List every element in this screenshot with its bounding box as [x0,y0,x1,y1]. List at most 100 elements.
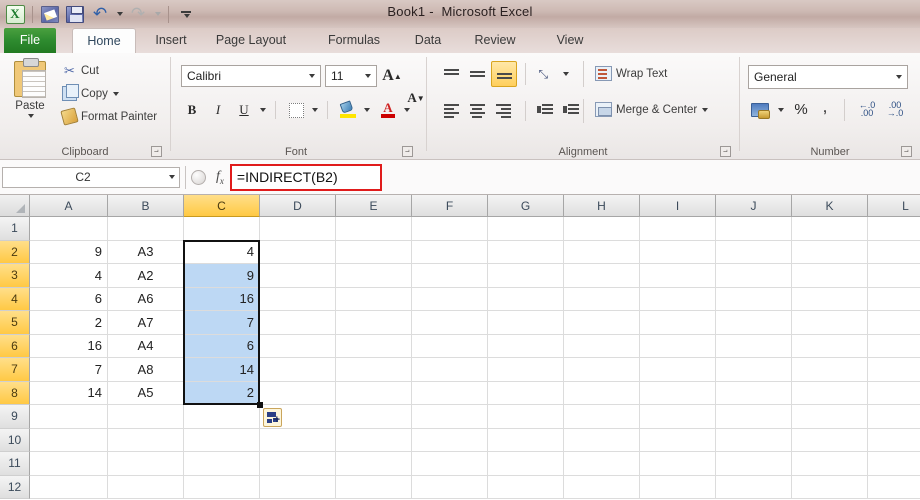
cell-D11[interactable] [260,452,336,476]
underline-dropdown-icon[interactable] [255,99,269,121]
underline-button[interactable]: U [233,99,255,121]
format-painter-button[interactable]: Format Painter [60,107,157,126]
cell-I6[interactable] [640,334,716,358]
cell-I2[interactable] [640,240,716,264]
cell-B10[interactable] [108,428,184,452]
align-top-button[interactable] [439,63,463,85]
column-header-A[interactable]: A [30,195,108,217]
cell-I11[interactable] [640,452,716,476]
cell-E2[interactable] [336,240,412,264]
fill-color-dropdown-icon[interactable] [359,99,373,121]
cell-E12[interactable] [336,475,412,499]
name-box-dropdown-icon[interactable] [163,175,179,179]
fill-color-button[interactable] [337,99,359,121]
cell-C11[interactable] [184,452,260,476]
align-bottom-button[interactable] [491,61,517,87]
cell-J5[interactable] [716,311,792,335]
comma-style-button[interactable]: , [814,95,836,119]
font-name-combo[interactable]: Calibri [181,65,321,87]
column-header-H[interactable]: H [564,195,640,217]
cell-E6[interactable] [336,334,412,358]
cell-F8[interactable] [412,381,488,405]
cell-H6[interactable] [564,334,640,358]
cell-A2[interactable]: 9 [30,240,108,264]
orientation-dropdown-icon[interactable] [559,63,571,85]
cell-K6[interactable] [792,334,868,358]
row-header-2[interactable]: 2 [0,240,30,264]
cell-E11[interactable] [336,452,412,476]
cell-C5[interactable]: 7 [184,311,260,335]
cell-E1[interactable] [336,217,412,241]
cell-L7[interactable] [868,358,920,382]
cell-E10[interactable] [336,428,412,452]
font-color-button[interactable]: A [377,99,399,121]
cell-B3[interactable]: A2 [108,264,184,288]
cell-A12[interactable] [30,475,108,499]
cell-J7[interactable] [716,358,792,382]
align-center-button[interactable] [465,99,489,121]
cell-L1[interactable] [868,217,920,241]
cell-H11[interactable] [564,452,640,476]
cell-F7[interactable] [412,358,488,382]
ribbon-tab-view[interactable]: View [544,28,596,53]
column-header-D[interactable]: D [260,195,336,217]
cell-F1[interactable] [412,217,488,241]
cell-E4[interactable] [336,287,412,311]
cell-B9[interactable] [108,405,184,429]
cell-B12[interactable] [108,475,184,499]
cell-G5[interactable] [488,311,564,335]
cell-F5[interactable] [412,311,488,335]
cell-J4[interactable] [716,287,792,311]
cell-G12[interactable] [488,475,564,499]
cell-H12[interactable] [564,475,640,499]
font-name-dropdown-icon[interactable] [305,74,318,78]
row-header-7[interactable]: 7 [0,358,30,382]
cell-B11[interactable] [108,452,184,476]
cell-L9[interactable] [868,405,920,429]
cell-K4[interactable] [792,287,868,311]
insert-function-icon[interactable]: fx [216,169,224,186]
formula-bar-collapse-icon[interactable] [191,169,206,185]
cell-I8[interactable] [640,381,716,405]
cell-F11[interactable] [412,452,488,476]
formula-input[interactable] [231,169,418,185]
cell-G3[interactable] [488,264,564,288]
alignment-dialog-launcher[interactable] [720,146,731,157]
select-all-corner[interactable] [0,195,30,217]
row-header-5[interactable]: 5 [0,311,30,335]
cell-J10[interactable] [716,428,792,452]
cell-D1[interactable] [260,217,336,241]
ribbon-tab-file[interactable]: File [4,28,56,53]
cell-J2[interactable] [716,240,792,264]
column-header-J[interactable]: J [716,195,792,217]
cell-B5[interactable]: A7 [108,311,184,335]
cell-K7[interactable] [792,358,868,382]
cell-I12[interactable] [640,475,716,499]
cell-C8[interactable]: 2 [184,381,260,405]
cell-D12[interactable] [260,475,336,499]
cell-I7[interactable] [640,358,716,382]
cell-D5[interactable] [260,311,336,335]
cell-L4[interactable] [868,288,920,311]
number-format-dropdown-icon[interactable] [892,75,905,79]
cell-D2[interactable] [260,240,336,264]
cell-E7[interactable] [336,358,412,382]
increase-indent-button[interactable] [559,99,583,121]
cell-J1[interactable] [716,217,792,241]
cell-H10[interactable] [564,428,640,452]
cell-A5[interactable]: 2 [30,311,108,335]
cell-H4[interactable] [564,287,640,311]
copy-dropdown-icon[interactable] [112,91,119,96]
number-dialog-launcher[interactable] [901,146,912,157]
cell-B2[interactable]: A3 [108,240,184,264]
cell-K12[interactable] [792,475,868,499]
cell-K11[interactable] [792,452,868,476]
cell-F10[interactable] [412,428,488,452]
ribbon-tab-home[interactable]: Home [72,28,136,53]
spreadsheet-grid[interactable]: ABCDEFGHIJKL 1 2 3 4 5 6 7 8 9 10 11 12 9 A3 4 4 A2 9 6 A6… [0,195,920,500]
grow-font-button[interactable]: A ▲ [381,65,403,87]
cell-C10[interactable] [184,428,260,452]
cell-D8[interactable] [260,381,336,405]
row-header-9[interactable]: 9 [0,405,30,429]
ribbon-tab-data[interactable]: Data [404,28,452,53]
